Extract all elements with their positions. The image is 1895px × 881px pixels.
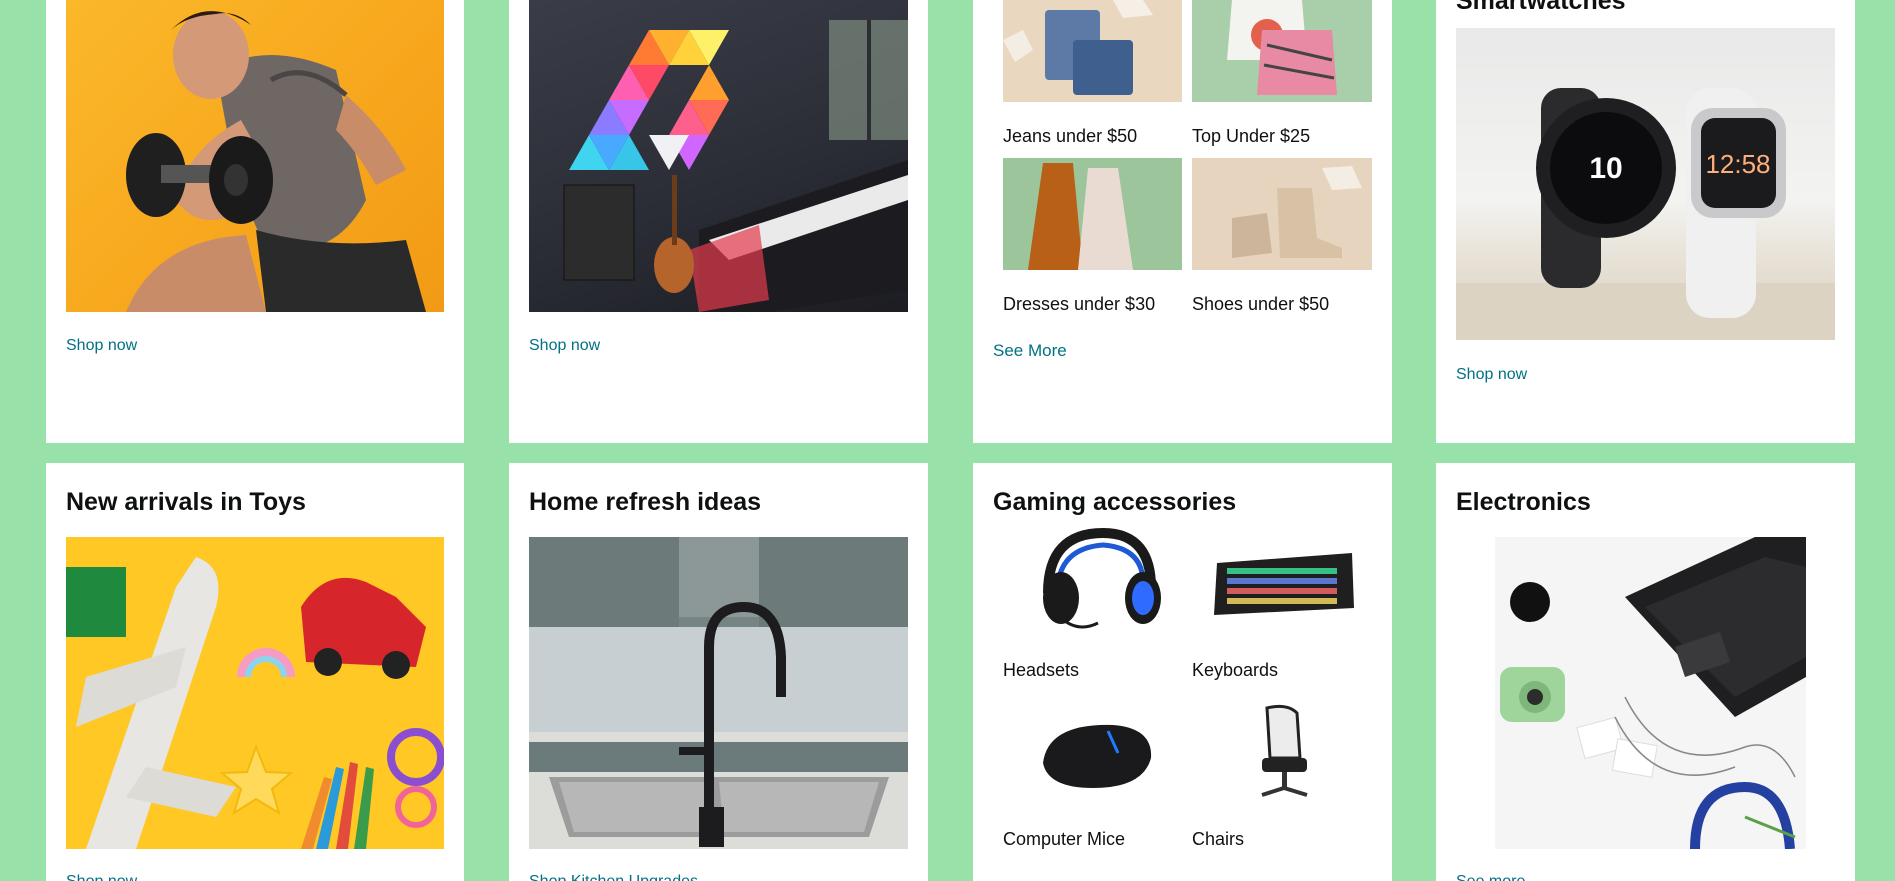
- headset-icon[interactable]: [1003, 523, 1182, 633]
- jeans-image[interactable]: [1003, 0, 1182, 102]
- gaming-accessories-card: Gaming accessories Headsets Keyboards Co…: [973, 463, 1392, 881]
- chair-icon[interactable]: [1192, 703, 1372, 803]
- white-watch-time: 12:58: [1705, 149, 1770, 179]
- kitchen-image[interactable]: [529, 537, 908, 849]
- toys-shop-now-link[interactable]: Shop now: [66, 873, 137, 881]
- top-image[interactable]: [1192, 0, 1372, 102]
- toys-image[interactable]: [66, 537, 444, 849]
- keyboards-label[interactable]: Keyboards: [1192, 660, 1278, 681]
- electronics-image[interactable]: [1495, 537, 1806, 849]
- toys-card: New arrivals in Toys Shop no: [46, 463, 464, 881]
- electronics-title: Electronics: [1456, 488, 1591, 516]
- black-watch-time: 10: [1589, 152, 1622, 185]
- gaming-title: Gaming accessories: [993, 488, 1237, 516]
- fitness-card: Shop now: [46, 0, 464, 443]
- fashion-see-more-link[interactable]: See More: [993, 341, 1067, 361]
- fitness-shop-now-link[interactable]: Shop now: [66, 337, 137, 355]
- smartwatches-title: Smartwatches: [1456, 0, 1626, 15]
- shop-kitchen-upgrades-link[interactable]: Shop Kitchen Upgrades: [529, 873, 698, 881]
- top-label[interactable]: Top Under $25: [1192, 126, 1310, 147]
- computer-mice-label[interactable]: Computer Mice: [1003, 829, 1125, 850]
- electronics-see-more-link[interactable]: See more: [1456, 873, 1525, 881]
- mouse-icon[interactable]: [1003, 703, 1182, 803]
- fitness-image[interactable]: [66, 0, 444, 312]
- keyboard-icon[interactable]: [1192, 523, 1372, 633]
- smartwatches-shop-now-link[interactable]: Shop now: [1456, 366, 1527, 384]
- dresses-label[interactable]: Dresses under $30: [1003, 294, 1155, 315]
- lighting-shop-now-link[interactable]: Shop now: [529, 337, 600, 355]
- smartwatches-image[interactable]: 10 12:58: [1456, 28, 1835, 340]
- electronics-card: Electronics See more: [1436, 463, 1855, 881]
- chairs-label[interactable]: Chairs: [1192, 829, 1244, 850]
- shoes-image[interactable]: [1192, 158, 1372, 270]
- fashion-card: Jeans under $50 Top Under $25 Dresses un…: [973, 0, 1392, 443]
- lighting-image[interactable]: [529, 0, 908, 312]
- shoes-label[interactable]: Shoes under $50: [1192, 294, 1329, 315]
- smartwatches-card: Smartwatches 10 12:58 Shop now: [1436, 0, 1855, 443]
- dresses-image[interactable]: [1003, 158, 1182, 270]
- headsets-label[interactable]: Headsets: [1003, 660, 1079, 681]
- toys-title: New arrivals in Toys: [66, 488, 306, 516]
- lighting-card: Shop now: [509, 0, 928, 443]
- home-refresh-title: Home refresh ideas: [529, 488, 762, 516]
- jeans-label[interactable]: Jeans under $50: [1003, 126, 1137, 147]
- home-refresh-card: Home refresh ideas Shop Kitchen Upgrades: [509, 463, 928, 881]
